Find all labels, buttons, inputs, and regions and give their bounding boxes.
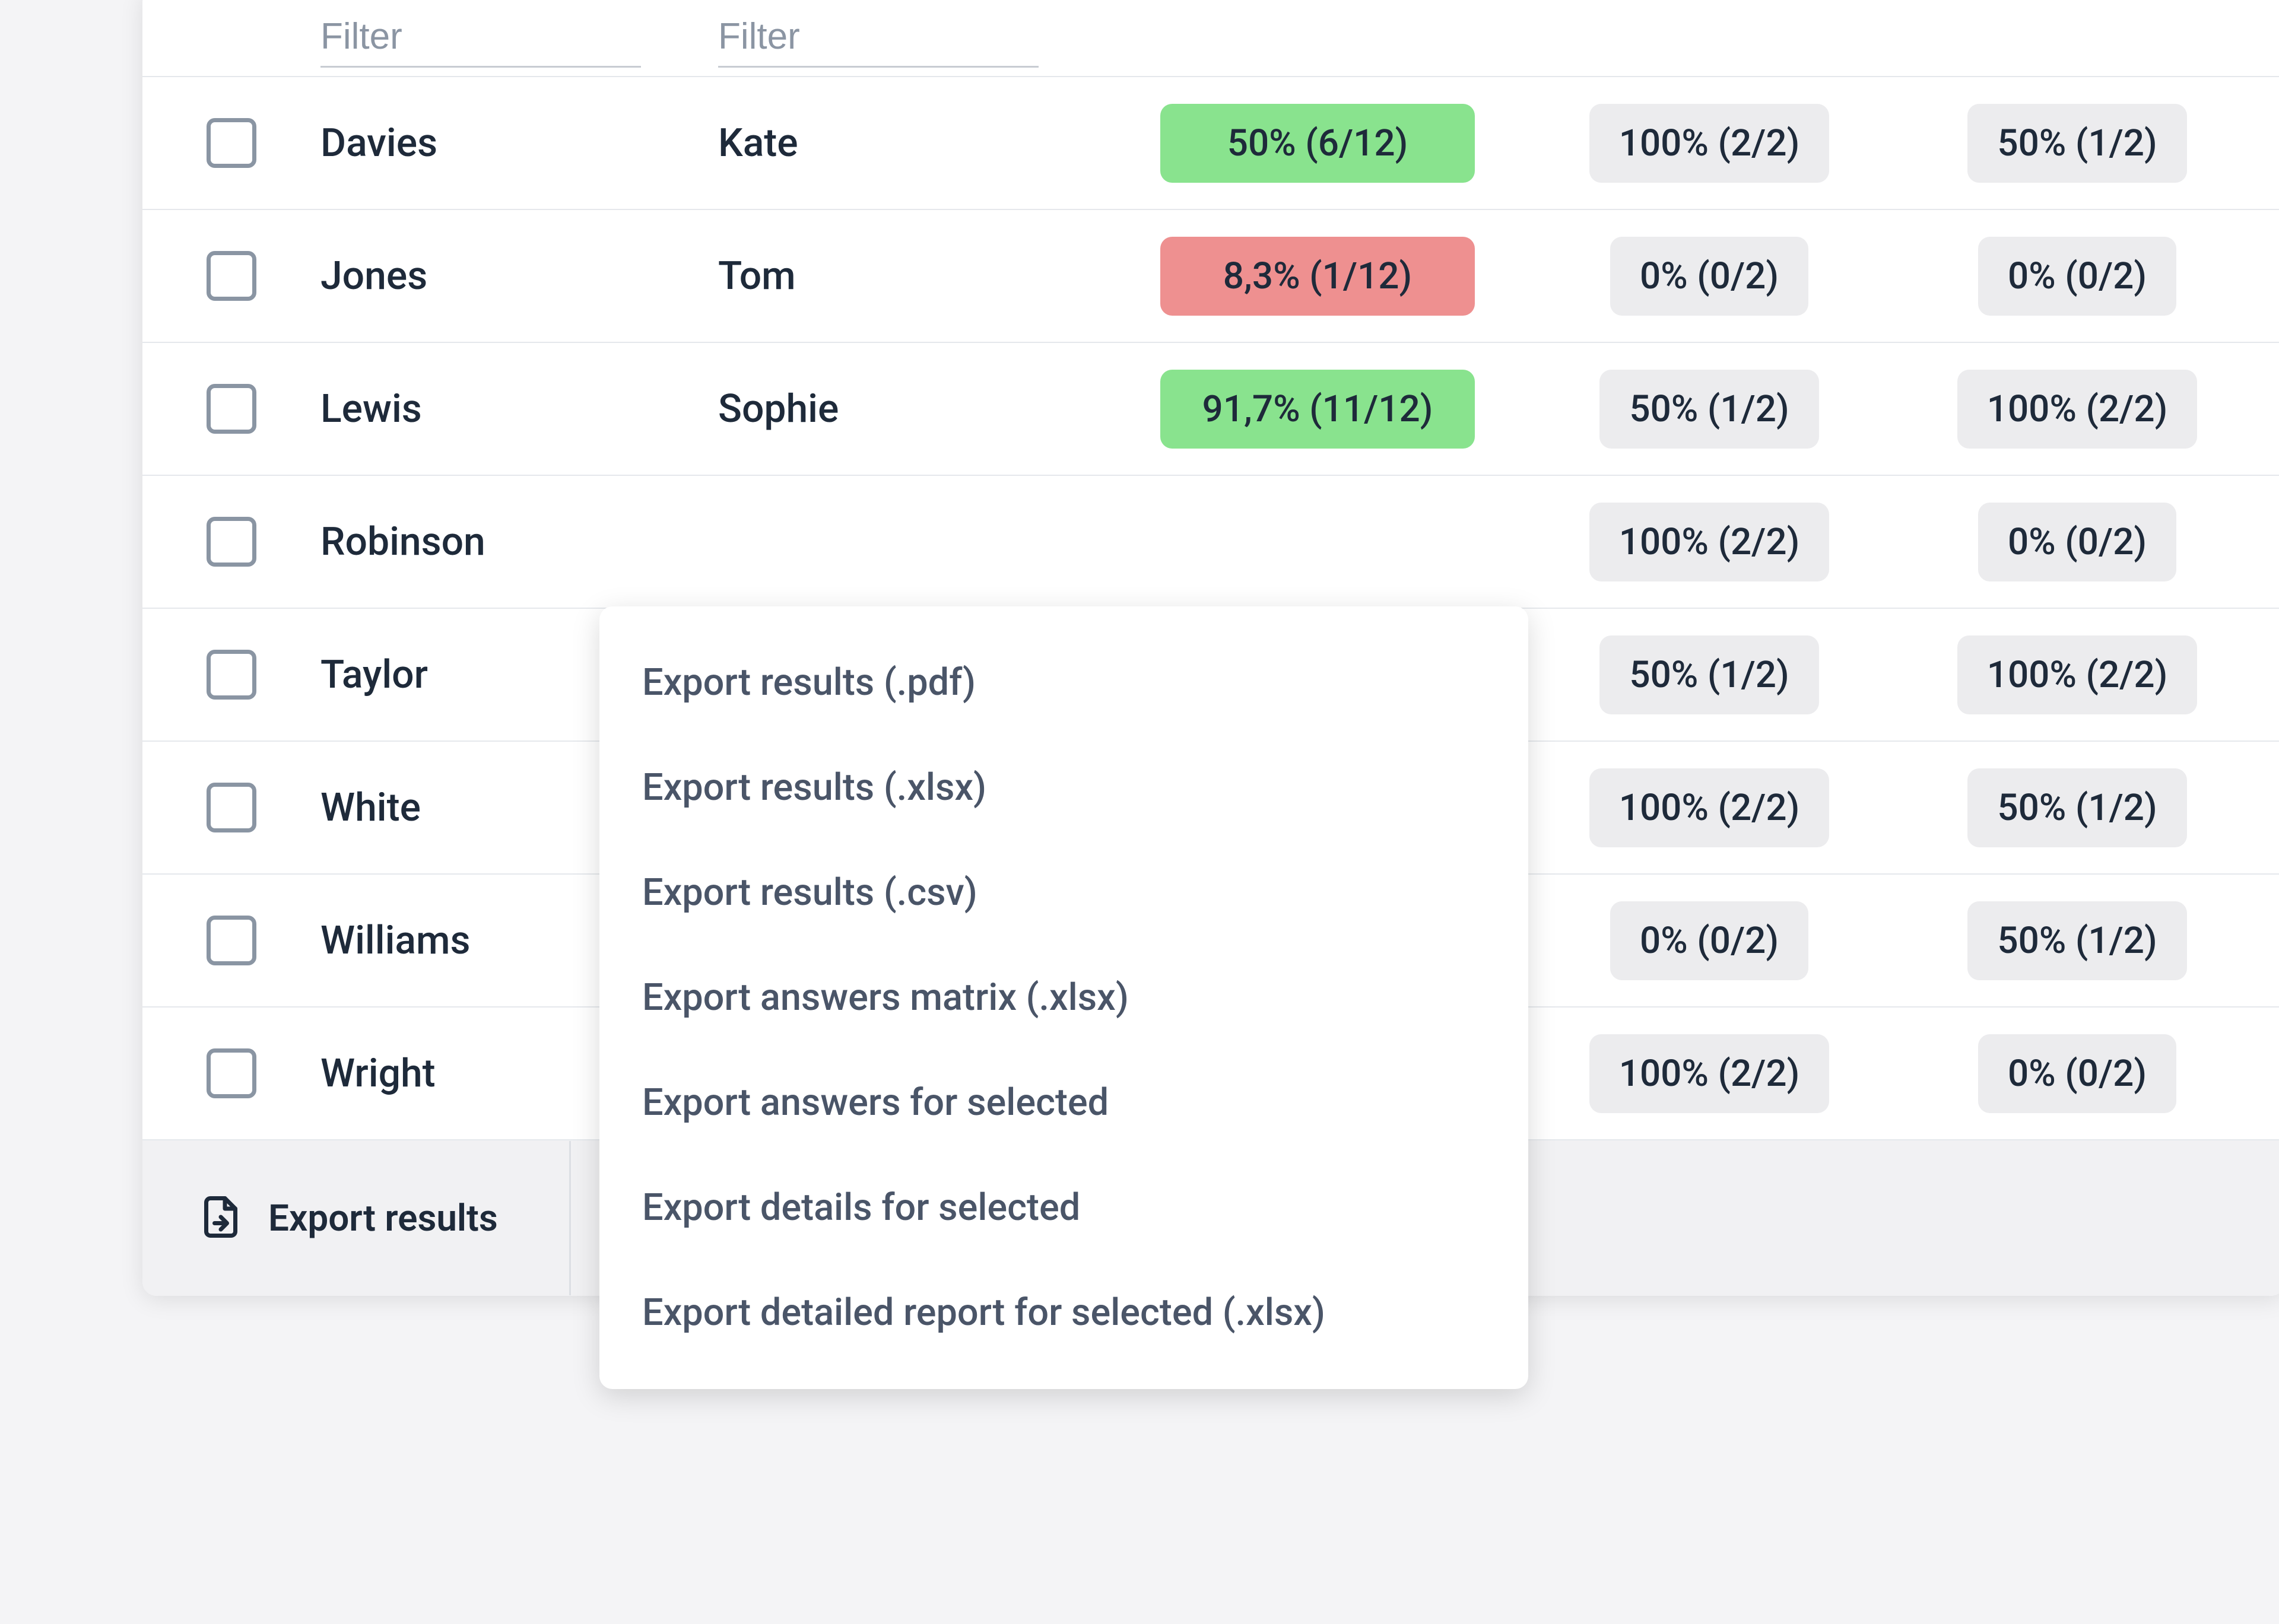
score-badge: 50% (1/2) [1967,768,2186,847]
score-badge: 50% (1/2) [1599,370,1818,449]
score-badge: 50% (1/2) [1967,104,2186,183]
row-checkbox[interactable] [207,517,256,567]
export-results-label: Export results [268,1197,498,1240]
export-menu-item[interactable]: Export results (.xlsx) [599,735,1528,840]
export-results-button[interactable]: Export results [196,1141,571,1295]
score-badge: 0% (0/2) [1978,237,2176,316]
score-badge: 0% (0/2) [1978,503,2176,581]
score-badge: 50% (1/2) [1967,901,2186,980]
last-name: Wright [320,1051,436,1097]
score-badge: 0% (0/2) [1610,237,1808,316]
export-menu: Export results (.pdf)Export results (.xl… [599,606,1528,1389]
score-badge: 100% (2/2) [1957,635,2198,714]
table-row: Davies Kate 50% (6/12) 100% (2/2) 50% (1/2) [142,77,2279,210]
last-name: White [320,785,421,831]
first-name: Tom [718,253,796,299]
score-badge: 0% (0/2) [1610,901,1808,980]
export-menu-item[interactable]: Export details for selected [599,1155,1528,1260]
last-name: Williams [320,918,470,964]
export-menu-item[interactable]: Export answers matrix (.xlsx) [599,945,1528,1050]
export-icon [196,1192,246,1244]
export-menu-item[interactable]: Export detailed report for selected (.xl… [599,1260,1528,1365]
first-name: Kate [718,120,798,166]
score-badge: 100% (2/2) [1589,768,1830,847]
first-name: Sophie [718,386,839,432]
table-row: Jones Tom 8,3% (1/12) 0% (0/2) 0% (0/2) [142,210,2279,343]
score-badge: 8,3% (1/12) [1160,237,1475,316]
score-badge: 100% (2/2) [1957,370,2198,449]
table-row: Robinson 100% (2/2) 0% (0/2) [142,476,2279,609]
table-header-row [142,0,2279,77]
row-checkbox[interactable] [207,1048,256,1098]
filter-lastname-input[interactable] [320,13,641,68]
row-checkbox[interactable] [207,384,256,434]
score-badge: 100% (2/2) [1589,104,1830,183]
last-name: Jones [320,253,427,299]
score-badge: 50% (6/12) [1160,104,1475,183]
last-name: Robinson [320,519,485,565]
row-checkbox[interactable] [207,650,256,700]
export-menu-item[interactable]: Export results (.csv) [599,840,1528,945]
table-row: Lewis Sophie 91,7% (11/12) 50% (1/2) 100% (2… [142,343,2279,476]
filter-firstname-input[interactable] [718,13,1039,68]
export-menu-item[interactable]: Export results (.pdf) [599,630,1528,735]
row-checkbox[interactable] [207,783,256,832]
score-badge: 100% (2/2) [1589,503,1830,581]
row-checkbox[interactable] [207,916,256,965]
last-name: Lewis [320,386,422,432]
score-badge: 50% (1/2) [1599,635,1818,714]
score-badge: 100% (2/2) [1589,1034,1830,1113]
row-checkbox[interactable] [207,118,256,168]
row-checkbox[interactable] [207,251,256,301]
export-menu-item[interactable]: Export answers for selected [599,1050,1528,1155]
score-badge: 0% (0/2) [1978,1034,2176,1113]
last-name: Taylor [320,652,428,698]
last-name: Davies [320,120,437,166]
score-badge: 91,7% (11/12) [1160,370,1475,449]
